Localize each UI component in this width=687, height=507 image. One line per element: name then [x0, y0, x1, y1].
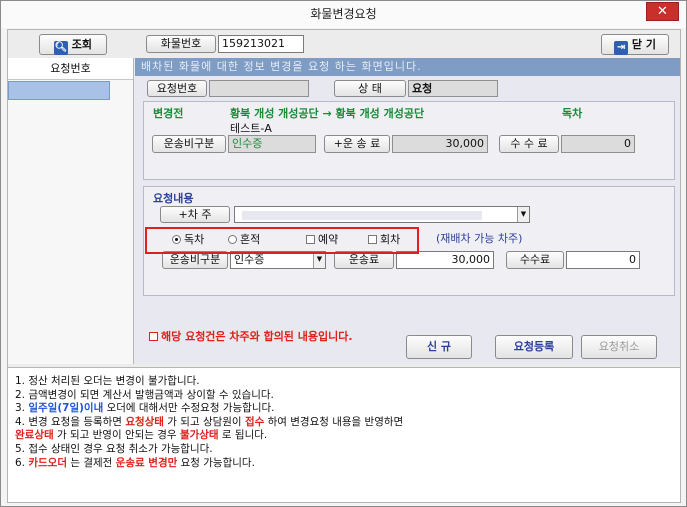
- request-list-panel: 요청번호: [8, 58, 134, 364]
- note-4-c: 하여 변경요청 내용을 반영하면: [264, 415, 404, 428]
- before-fare-field: 30,000: [392, 135, 488, 153]
- request-no-field: [209, 80, 309, 97]
- before-fee-field: 0: [561, 135, 635, 153]
- note-4-cont: 완료상태 가 되고 반영이 안되는 경우 불가상태 로 됩니다.: [15, 429, 680, 443]
- note-6-prefix: 6.: [15, 456, 29, 469]
- owner-value-blurred: [242, 210, 482, 220]
- before-sub-name: 테스트-A: [230, 122, 272, 135]
- note-6-b: 는 결제전: [67, 456, 116, 469]
- note-4-a: 4. 변경 요청을 등록하면: [15, 415, 126, 428]
- note-4-highlight-3: 완료상태: [15, 429, 54, 442]
- before-vehicle-type: 독차: [562, 107, 583, 120]
- main-panel: 배차된 화물에 대한 정보 변경을 요청 하는 화면입니다. 요청번호 상 태 …: [135, 58, 680, 364]
- status-field: 요청: [408, 80, 498, 97]
- register-request-button[interactable]: 요청등록: [495, 335, 573, 359]
- note-3: 3. 일주일(7일)이내 오더에 대해서만 수정요청 가능합니다.: [15, 402, 680, 416]
- chevron-down-icon: ▼: [517, 207, 529, 222]
- search-button-label: 조회: [71, 38, 93, 51]
- chevron-down-icon: ▼: [313, 252, 325, 268]
- before-cost-type-label: 운송비구분: [152, 135, 226, 153]
- note-4-e: 로 됩니다.: [218, 429, 268, 442]
- cancel-request-button[interactable]: 요청취소: [581, 335, 657, 359]
- owner-label-button[interactable]: +차 주: [160, 206, 230, 223]
- note-6-highlight-1: 카드오더: [28, 456, 67, 469]
- before-change-group: 변경전 황북 개성 개성공단 → 황북 개성 개성공단 독차 테스트-A 운송비…: [143, 101, 675, 180]
- request-no-label: 요청번호: [147, 80, 207, 97]
- close-button-label: 닫 기: [631, 38, 656, 51]
- note-3-rest: 오더에 대해서만 수정요청 가능합니다.: [103, 402, 275, 415]
- note-6-highlight-2: 운송료 변경만: [115, 456, 178, 469]
- close-button[interactable]: ⇥ 닫 기: [601, 34, 669, 55]
- note-1: 1. 정산 처리된 오더는 변경이 불가합니다.: [15, 375, 200, 387]
- request-list-selected-row[interactable]: [8, 81, 110, 100]
- client-area: 🔍︎ 조회 화물번호 159213021 ⇥ 닫 기 요청번호 배차된 화물에 …: [7, 29, 681, 503]
- note-3-prefix: 3.: [15, 402, 29, 415]
- window-title: 화물변경요청: [310, 7, 377, 21]
- new-button[interactable]: 신 규: [406, 335, 472, 359]
- before-route: 황북 개성 개성공단 → 황북 개성 개성공단: [230, 107, 425, 120]
- request-title: 요청내용: [153, 192, 194, 205]
- note-4: 4. 변경 요청을 등록하면 요청상태 가 되고 상담원이 접수 하여 변경요청…: [15, 416, 680, 430]
- before-title: 변경전: [153, 107, 184, 120]
- note-4-b: 가 되고 상담원이: [163, 415, 245, 428]
- before-fare-label: +운 송 료: [324, 135, 390, 153]
- note-3-highlight: 일주일(7일)이내: [28, 402, 104, 415]
- agreement-checkbox[interactable]: 해당 요청건은 차주와 합의된 내용입니다.: [149, 328, 353, 344]
- request-cost-type-value: 인수증: [234, 253, 265, 266]
- change-request-window: 화물변경요청 ✕ 🔍︎ 조회 화물번호 159213021 ⇥ 닫 기 요청번호…: [0, 0, 687, 507]
- note-4-d: 가 되고 반영이 안되는 경우: [53, 429, 180, 442]
- search-icon: 🔍︎: [53, 41, 68, 55]
- note-4-highlight-1: 요청상태: [125, 415, 164, 428]
- request-fee-input[interactable]: 0: [566, 251, 640, 269]
- door-icon: ⇥: [614, 41, 629, 55]
- note-4-highlight-2: 접수: [244, 415, 265, 428]
- note-2: 2. 금액변경이 되면 계산서 발행금액과 상이할 수 있습니다.: [15, 388, 274, 401]
- cargo-no-label: 화물번호: [146, 35, 216, 53]
- window-close-button[interactable]: ✕: [646, 2, 679, 21]
- agreement-text: 해당 요청건은 차주와 합의된 내용입니다.: [161, 330, 353, 343]
- note-6-c: 요청 가능합니다.: [177, 456, 255, 469]
- note-4-highlight-4: 불가상태: [179, 429, 219, 442]
- cargo-no-input[interactable]: 159213021: [218, 35, 304, 53]
- info-strip: 배차된 화물에 대한 정보 변경을 요청 하는 화면입니다.: [135, 58, 680, 76]
- notes-panel: 1. 정산 처리된 오더는 변경이 불가합니다. 2. 금액변경이 되면 계산서…: [8, 367, 680, 502]
- highlight-box: [145, 227, 419, 254]
- status-label: 상 태: [334, 80, 406, 97]
- before-cost-type-field: 인수증: [228, 135, 316, 153]
- agreement-checkbox-icon: [149, 332, 158, 341]
- redispatch-note: (재배차 가능 차주): [436, 232, 523, 245]
- note-5: 5. 접수 상태인 경우 요청 취소가 가능합니다.: [15, 442, 213, 455]
- title-bar: 화물변경요청 ✕: [1, 1, 686, 28]
- before-fee-label: 수 수 료: [499, 135, 559, 153]
- note-6: 6. 카드오더 는 결제전 운송료 변경만 요청 가능합니다.: [15, 457, 680, 471]
- owner-select[interactable]: ▼: [234, 206, 530, 223]
- search-button[interactable]: 🔍︎ 조회: [39, 34, 107, 55]
- request-list-header: 요청번호: [8, 58, 133, 80]
- request-fee-label: 수수료: [506, 251, 564, 269]
